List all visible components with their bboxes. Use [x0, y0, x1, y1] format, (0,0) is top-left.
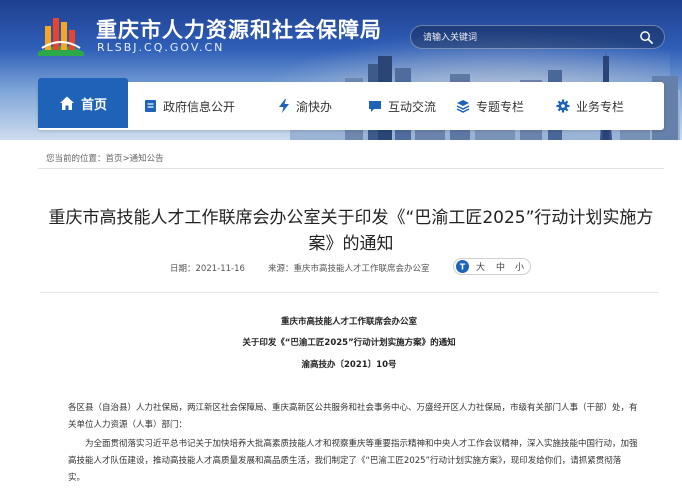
- nav-item-yukuaiban[interactable]: 渝快办: [278, 82, 332, 130]
- search-icon[interactable]: [639, 30, 654, 45]
- paragraph-body: 为全面贯彻落实习近平总书记关于加快培养大批高素质技能人才和视察重庆等重要指示精神…: [68, 439, 638, 483]
- font-size-icon: T: [456, 260, 469, 273]
- doc-issuer: 重庆市高技能人才工作联席会办公室: [280, 317, 417, 327]
- main-nav: 首页 政府信息公开 渝快办 互动交流 专题专栏 业务专栏: [38, 78, 664, 130]
- nav-item-interaction[interactable]: 互动交流: [368, 82, 436, 130]
- breadcrumb-home-link[interactable]: 首页: [106, 154, 123, 164]
- nav-item-label: 互动交流: [388, 99, 437, 114]
- search-box[interactable]: [410, 25, 665, 49]
- site-logo-icon: [38, 18, 84, 56]
- paragraph-recipients: 各区县（自治县）人力社保局，两江新区社会保障局、重庆高新区公共服务和社会事务中心…: [68, 403, 638, 430]
- chat-icon: [369, 101, 381, 112]
- doc-number: 渝高技办〔2021〕10号: [301, 360, 397, 370]
- source-value: 重庆市高技能人才工作联席会办公室: [293, 264, 430, 274]
- site-title[interactable]: 重庆市人力资源和社会保障局: [96, 14, 382, 44]
- nav-item-business[interactable]: 业务专栏: [556, 82, 624, 130]
- font-size-controls: T 大 中 小: [453, 258, 531, 275]
- svg-text:T: T: [460, 263, 466, 272]
- nav-item-home[interactable]: 首页: [38, 78, 128, 128]
- document-icon: [145, 100, 156, 112]
- font-small-button[interactable]: 小: [515, 260, 524, 273]
- font-large-button[interactable]: 大: [476, 260, 485, 273]
- breadcrumb-current-link[interactable]: 通知公告: [130, 154, 164, 164]
- search-input[interactable]: [423, 29, 623, 46]
- breadcrumb: 您当前的位置：首页>通知公告: [46, 152, 164, 164]
- breadcrumb-separator: >: [122, 154, 130, 164]
- source-label: 来源：: [268, 264, 294, 274]
- doc-title: 关于印发《“巴渝工匠2025”行动计划实施方案》的通知: [242, 338, 456, 348]
- nav-item-gov-info[interactable]: 政府信息公开: [144, 82, 235, 130]
- date-label: 日期：: [170, 264, 196, 274]
- layers-icon: [456, 100, 470, 113]
- nav-item-label: 专题专栏: [476, 99, 525, 114]
- nav-item-topics[interactable]: 专题专栏: [456, 82, 524, 130]
- date-value: 2021-11-16: [195, 264, 245, 274]
- home-icon: [59, 96, 74, 110]
- divider: [38, 168, 664, 169]
- breadcrumb-prefix: 您当前的位置：: [46, 154, 106, 164]
- divider: [40, 292, 658, 293]
- nav-item-label: 政府信息公开: [163, 99, 236, 114]
- nav-item-label: 首页: [80, 97, 107, 113]
- font-medium-button[interactable]: 中: [496, 260, 505, 273]
- gear-icon: [556, 99, 570, 113]
- article-source: 来源：重庆市高技能人才工作联席会办公室: [268, 262, 430, 274]
- site-domain: RLSBJ.CQ.GOV.CN: [97, 41, 225, 54]
- nav-item-label: 业务专栏: [576, 99, 625, 114]
- lightning-icon: [279, 99, 289, 113]
- article-title: 重庆市高技能人才工作联席会办公室关于印发《“巴渝工匠2025”行动计划实施方案》…: [48, 208, 654, 254]
- article-date: 日期：2021-11-16: [170, 262, 245, 274]
- nav-item-label: 渝快办: [296, 99, 333, 114]
